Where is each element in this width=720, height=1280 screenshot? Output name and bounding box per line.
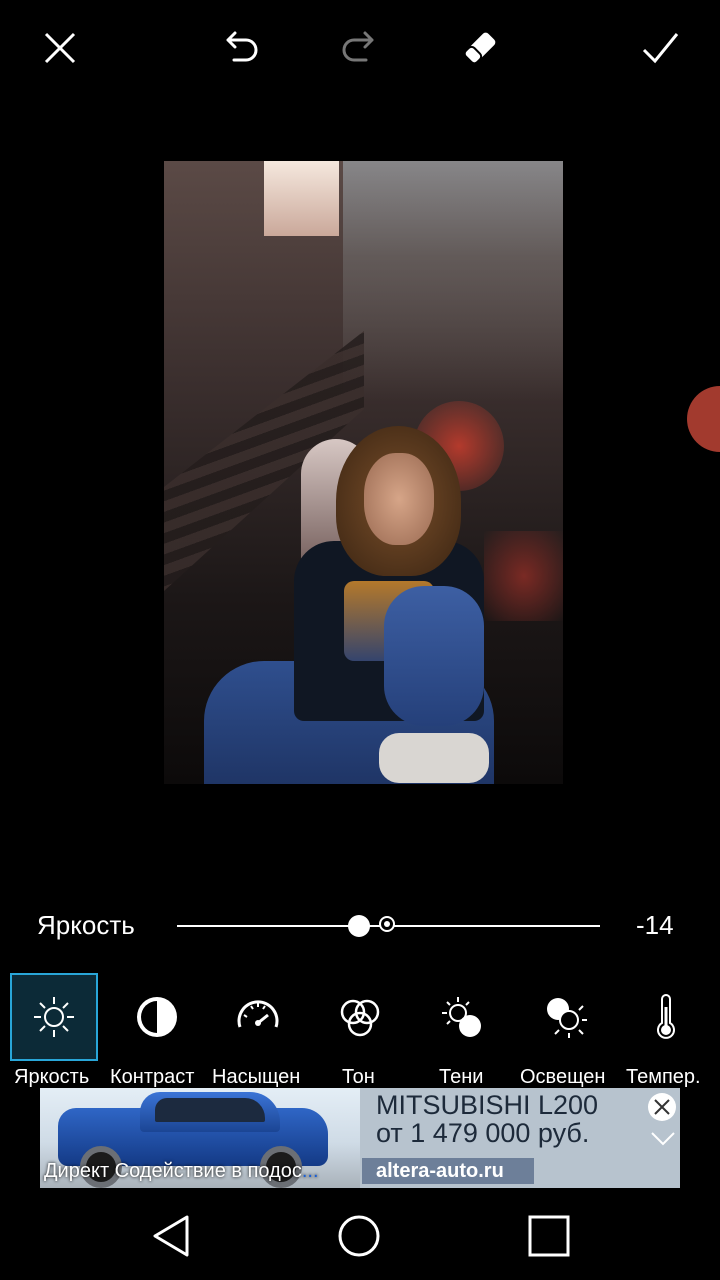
nav-back-button[interactable]: [140, 1206, 200, 1266]
ad-direct-text: Директ Содействие в подос...: [44, 1160, 319, 1182]
home-icon: [338, 1215, 380, 1257]
tool-saturation[interactable]: [214, 973, 302, 1061]
tool-brightness[interactable]: [10, 973, 98, 1061]
ad-price: от 1 479 000 руб.: [376, 1118, 590, 1148]
photo-window-light: [264, 161, 339, 236]
close-icon: [44, 32, 76, 64]
tool-shadows[interactable]: [418, 973, 506, 1061]
ad-domain-link[interactable]: altera-auto.ru: [362, 1158, 534, 1184]
adjustment-label: Яркость: [37, 910, 135, 940]
tool-label: Освещен: [520, 1066, 606, 1088]
tool-temperature[interactable]: [622, 973, 710, 1061]
close-icon: [654, 1099, 670, 1115]
tool-label: Насыщен: [212, 1066, 301, 1088]
redo-button[interactable]: [330, 18, 390, 78]
photo-person-shoe: [379, 733, 489, 783]
photo-person-knee: [384, 586, 484, 726]
contrast-icon: [137, 997, 177, 1037]
adjustment-value: -14: [636, 910, 674, 940]
photo-person-face: [364, 453, 434, 545]
tool-label: Тени: [439, 1066, 484, 1088]
nav-recents-button[interactable]: [519, 1206, 579, 1266]
photo-preview[interactable]: [164, 161, 563, 784]
tool-highlights[interactable]: [522, 973, 610, 1061]
ad-ellipsis: ...: [301, 1160, 319, 1182]
highlights-icon: [547, 998, 587, 1038]
photo-red-light-2: [484, 531, 563, 621]
adjustment-slider-origin-marker: [379, 916, 395, 932]
close-button[interactable]: [30, 18, 90, 78]
tool-label: Яркость: [14, 1066, 90, 1088]
tool-label: Темпер.: [626, 1066, 701, 1088]
floating-action-button[interactable]: [687, 386, 720, 452]
apply-button[interactable]: [630, 18, 690, 78]
tool-label: Тон: [342, 1066, 375, 1088]
tool-label: Контраст: [110, 1066, 195, 1088]
car-window: [155, 1098, 265, 1122]
undo-icon: [226, 31, 258, 62]
back-icon: [153, 1215, 189, 1257]
eraser-icon: [463, 32, 496, 65]
ad-close-button[interactable]: [648, 1093, 676, 1121]
nav-home-button[interactable]: [329, 1206, 389, 1266]
photo-wall: [343, 161, 563, 401]
ad-banner[interactable]: Директ Содействие в подос... MITSUBISHI …: [40, 1088, 680, 1188]
shadows-icon: [442, 997, 481, 1037]
chevron-down-icon[interactable]: [650, 1128, 676, 1148]
thermometer-icon: [657, 994, 675, 1039]
eraser-button[interactable]: [450, 18, 510, 78]
checkmark-icon: [642, 33, 679, 64]
sun-icon: [34, 997, 74, 1037]
tool-tone[interactable]: [316, 973, 404, 1061]
adjustment-slider-handle[interactable]: [347, 915, 370, 937]
gauge-icon: [237, 1000, 279, 1028]
tool-contrast[interactable]: [113, 973, 201, 1061]
color-circles-icon: [340, 999, 380, 1037]
redo-icon: [342, 31, 374, 62]
recents-icon: [528, 1215, 570, 1257]
undo-button[interactable]: [210, 18, 270, 78]
ad-title: MITSUBISHI L200: [376, 1090, 599, 1120]
